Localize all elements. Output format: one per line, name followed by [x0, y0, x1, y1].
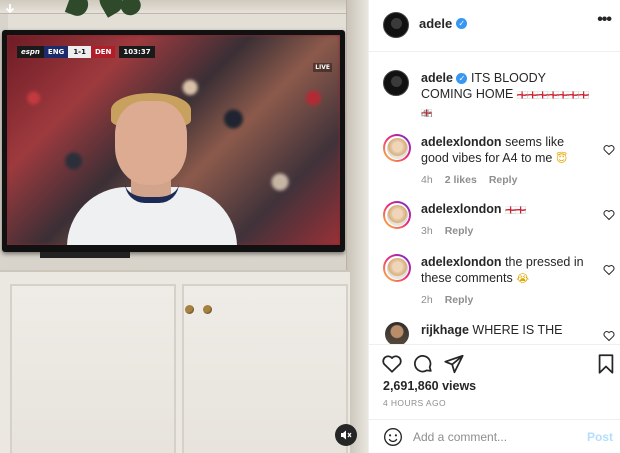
comment-emoji: 😇 [555, 152, 568, 165]
post-header: adele ✓ ••• [369, 0, 620, 52]
heart-icon[interactable] [381, 353, 403, 375]
comment-item: adelexlondon seems like good vibes for A… [383, 134, 615, 190]
reply-button[interactable]: Reply [445, 294, 474, 306]
score-graphic: espn ENG 1-1 DEN 103:37 [17, 46, 155, 58]
comment-meta: 3h Reply [421, 225, 473, 237]
comment-username[interactable]: rijkhage [421, 323, 469, 337]
reply-button[interactable]: Reply [445, 225, 474, 237]
caption-avatar[interactable] [383, 70, 409, 96]
comment-text: rijkhage WHERE IS THE [421, 322, 593, 338]
heart-icon[interactable] [603, 264, 615, 276]
comment-emoji: 😭 [516, 272, 530, 285]
comment-item: rijkhage WHERE IS THE [383, 322, 615, 344]
mute-toggle-button[interactable] [335, 424, 357, 446]
paper-plane-icon[interactable] [443, 353, 465, 375]
more-options-icon[interactable]: ••• [597, 12, 612, 28]
comment-emoji: 🏴󠁧󠁢󠁥󠁮󠁧󠁿🏴󠁧󠁢󠁥󠁮󠁧󠁿 [505, 206, 526, 216]
author-username[interactable]: adele [419, 16, 452, 31]
comment-meta: 2h Reply [421, 294, 473, 306]
comment-text: adelexlondon seems like good vibes for A… [421, 134, 593, 167]
comment-body: WHERE IS THE [472, 323, 563, 337]
match-clock: 103:37 [119, 46, 155, 58]
commenter-avatar[interactable] [383, 201, 411, 229]
football-player [67, 75, 237, 245]
comment-username[interactable]: adelexlondon [421, 202, 502, 216]
download-arrow-icon[interactable] [4, 3, 16, 18]
comment-text: adelexlondon 🏴󠁧󠁢󠁥󠁮󠁧󠁿🏴󠁧󠁢󠁥󠁮󠁧󠁿 [421, 201, 593, 219]
post-media-video[interactable]: espn ENG 1-1 DEN 103:37 LIVE [0, 0, 368, 453]
tv-screen: espn ENG 1-1 DEN 103:37 LIVE [7, 35, 340, 245]
comment-item: adelexlondon the pressed in these commen… [383, 254, 615, 310]
score-label: 1-1 [68, 46, 91, 58]
comment-input[interactable] [413, 427, 573, 447]
comment-likes[interactable]: 2 likes [445, 174, 477, 186]
post-actions: 2,691,860 views 4 HOURS AGO [369, 344, 620, 420]
post-comment-button[interactable]: Post [587, 430, 613, 444]
caption: adele ✓ ITS BLOODY COMING HOME 🏴󠁧󠁢󠁥󠁮󠁧󠁿🏴󠁧… [383, 70, 615, 122]
author-name-block: adele ✓ [419, 16, 468, 31]
heart-icon[interactable] [603, 144, 615, 156]
post-timestamp[interactable]: 4 HOURS AGO [383, 398, 446, 408]
comment-meta: 4h 2 likes Reply [421, 174, 517, 186]
cabinet-knob-left [185, 305, 194, 314]
comment-text: adelexlondon the pressed in these commen… [421, 254, 593, 287]
view-count[interactable]: 2,691,860 views [383, 379, 476, 393]
cabinet-door-left [10, 284, 176, 453]
caption-text: adele ✓ ITS BLOODY COMING HOME 🏴󠁧󠁢󠁥󠁮󠁧󠁿🏴󠁧… [421, 70, 593, 122]
comment-time: 4h [421, 174, 433, 186]
post-sidebar: adele ✓ ••• adele ✓ ITS BLOODY COMING HO… [368, 0, 620, 453]
comment-item: adelexlondon 🏴󠁧󠁢󠁥󠁮󠁧󠁿🏴󠁧󠁢󠁥󠁮󠁧󠁿 3h Reply [383, 201, 615, 241]
team2-label: DEN [90, 46, 116, 58]
author-avatar[interactable] [383, 12, 409, 38]
comments-list[interactable]: adele ✓ ITS BLOODY COMING HOME 🏴󠁧󠁢󠁥󠁮󠁧󠁿🏴󠁧… [369, 52, 620, 344]
team1-label: ENG [43, 46, 69, 58]
shelf-top [0, 0, 368, 14]
bookmark-icon[interactable] [595, 353, 617, 375]
tv-stand [40, 252, 130, 258]
cabinet-knob-right [203, 305, 212, 314]
verified-badge-icon: ✓ [456, 73, 468, 85]
caption-meta: 4h [421, 108, 433, 120]
verified-badge-icon: ✓ [456, 18, 468, 29]
cabinet [0, 270, 350, 453]
comment-username[interactable]: adelexlondon [421, 255, 502, 269]
commenter-avatar[interactable] [383, 134, 411, 162]
comment-username[interactable]: adelexlondon [421, 135, 502, 149]
heart-icon[interactable] [603, 209, 615, 221]
commenter-avatar[interactable] [385, 322, 409, 344]
network-logo: espn [17, 46, 44, 58]
plant-leaves [60, 0, 150, 22]
caption-username[interactable]: adele [421, 71, 453, 85]
smiley-icon[interactable] [383, 427, 403, 447]
caption-time: 4h [421, 108, 433, 120]
television: espn ENG 1-1 DEN 103:37 LIVE [2, 30, 345, 252]
comment-time: 3h [421, 225, 433, 237]
commenter-avatar[interactable] [383, 254, 411, 282]
heart-icon[interactable] [603, 330, 615, 342]
live-label: LIVE [313, 63, 332, 72]
add-comment-bar: Post [369, 419, 620, 453]
comment-bubble-icon[interactable] [412, 353, 434, 375]
comment-time: 2h [421, 294, 433, 306]
muted-speaker-icon [341, 430, 352, 440]
reply-button[interactable]: Reply [489, 174, 518, 186]
